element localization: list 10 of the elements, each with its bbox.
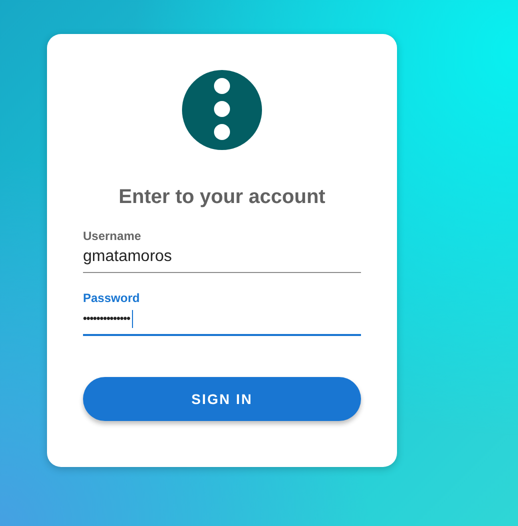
text-caret [132,310,134,328]
field-underline[interactable] [83,334,361,336]
field-underline[interactable] [83,272,361,273]
field-label: Password [83,291,141,306]
sign-in-button[interactable]: SIGN IN [83,377,361,421]
masked-password: •••••••••••••• [83,312,130,327]
login-title: Enter to your account [118,185,326,209]
field-value: gmatamoros [83,247,172,267]
field-label: Username [83,229,142,244]
logo-icon [182,70,262,150]
